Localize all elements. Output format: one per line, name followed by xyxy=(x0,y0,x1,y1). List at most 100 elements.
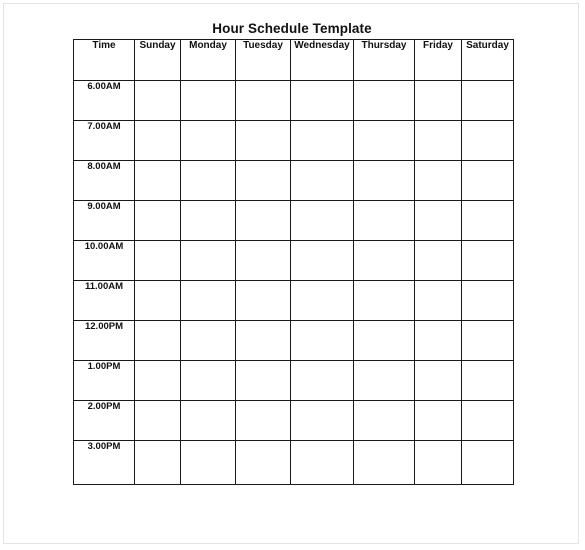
schedule-cell[interactable] xyxy=(461,440,514,485)
schedule-cell[interactable] xyxy=(235,200,291,241)
schedule-cell[interactable] xyxy=(134,80,181,121)
schedule-cell[interactable] xyxy=(235,240,291,281)
table-row: 1.00PM xyxy=(73,360,514,401)
schedule-cell[interactable] xyxy=(180,400,236,441)
schedule-cell[interactable] xyxy=(235,440,291,485)
schedule-cell[interactable] xyxy=(461,280,514,321)
schedule-cell[interactable] xyxy=(353,400,415,441)
hour-schedule-table: Time Sunday Monday Tuesday Wednesday Thursday… xyxy=(73,39,514,485)
schedule-cell[interactable] xyxy=(290,280,354,321)
schedule-cell[interactable] xyxy=(290,160,354,201)
column-header-wednesday: Wednesday xyxy=(290,39,354,81)
page-title: Hour Schedule Template xyxy=(212,21,372,36)
schedule-cell[interactable] xyxy=(180,280,236,321)
schedule-cell[interactable] xyxy=(353,240,415,281)
schedule-cell[interactable] xyxy=(461,360,514,401)
schedule-cell[interactable] xyxy=(134,200,181,241)
schedule-cell[interactable] xyxy=(290,440,354,485)
schedule-cell[interactable] xyxy=(235,120,291,161)
schedule-cell[interactable] xyxy=(461,200,514,241)
time-label: 11.00AM xyxy=(73,280,135,321)
schedule-cell[interactable] xyxy=(235,320,291,361)
table-row: 7.00AM xyxy=(73,120,514,161)
column-header-monday: Monday xyxy=(180,39,236,81)
schedule-cell[interactable] xyxy=(414,80,462,121)
table-row: 12.00PM xyxy=(73,320,514,361)
schedule-cell[interactable] xyxy=(461,400,514,441)
schedule-cell[interactable] xyxy=(461,240,514,281)
schedule-cell[interactable] xyxy=(414,120,462,161)
schedule-cell[interactable] xyxy=(290,200,354,241)
schedule-cell[interactable] xyxy=(134,360,181,401)
table-header-row: Time Sunday Monday Tuesday Wednesday Thursday… xyxy=(73,39,514,81)
schedule-cell[interactable] xyxy=(290,400,354,441)
schedule-cell[interactable] xyxy=(290,240,354,281)
table-row: 6.00AM xyxy=(73,80,514,121)
time-label: 8.00AM xyxy=(73,160,135,201)
schedule-cell[interactable] xyxy=(461,320,514,361)
schedule-cell[interactable] xyxy=(414,320,462,361)
schedule-cell[interactable] xyxy=(180,160,236,201)
schedule-cell[interactable] xyxy=(180,320,236,361)
schedule-cell[interactable] xyxy=(353,440,415,485)
column-header-tuesday: Tuesday xyxy=(235,39,291,81)
schedule-cell[interactable] xyxy=(134,400,181,441)
schedule-cell[interactable] xyxy=(235,160,291,201)
time-label: 3.00PM xyxy=(73,440,135,485)
schedule-cell[interactable] xyxy=(235,360,291,401)
schedule-cell[interactable] xyxy=(461,120,514,161)
schedule-cell[interactable] xyxy=(134,440,181,485)
table-row: 2.00PM xyxy=(73,400,514,441)
schedule-cell[interactable] xyxy=(235,280,291,321)
schedule-cell[interactable] xyxy=(180,80,236,121)
time-label: 12.00PM xyxy=(73,320,135,361)
column-header-time: Time xyxy=(73,39,135,81)
schedule-cell[interactable] xyxy=(414,400,462,441)
column-header-saturday: Saturday xyxy=(461,39,514,81)
time-label: 7.00AM xyxy=(73,120,135,161)
table-body: 6.00AM 7.00AM 8.00AM 9.00AM 10.00AM 11.00AM 12… xyxy=(73,80,514,485)
schedule-cell[interactable] xyxy=(235,400,291,441)
schedule-cell[interactable] xyxy=(353,80,415,121)
schedule-cell[interactable] xyxy=(353,320,415,361)
schedule-cell[interactable] xyxy=(235,80,291,121)
schedule-cell[interactable] xyxy=(180,360,236,401)
schedule-cell[interactable] xyxy=(353,280,415,321)
schedule-cell[interactable] xyxy=(414,200,462,241)
table-header: Time Sunday Monday Tuesday Wednesday Thursday… xyxy=(73,39,514,81)
time-label: 9.00AM xyxy=(73,200,135,241)
schedule-cell[interactable] xyxy=(290,120,354,161)
column-header-friday: Friday xyxy=(414,39,462,81)
time-label: 6.00AM xyxy=(73,80,135,121)
document-page: Hour Schedule Template Time Sunday Monday T… xyxy=(3,3,579,544)
schedule-cell[interactable] xyxy=(180,200,236,241)
schedule-cell[interactable] xyxy=(353,360,415,401)
schedule-cell[interactable] xyxy=(290,80,354,121)
schedule-cell[interactable] xyxy=(180,440,236,485)
schedule-cell[interactable] xyxy=(353,200,415,241)
schedule-cell[interactable] xyxy=(353,120,415,161)
schedule-cell[interactable] xyxy=(414,160,462,201)
schedule-cell[interactable] xyxy=(461,160,514,201)
schedule-cell[interactable] xyxy=(180,240,236,281)
schedule-cell[interactable] xyxy=(290,360,354,401)
column-header-sunday: Sunday xyxy=(134,39,181,81)
schedule-cell[interactable] xyxy=(134,240,181,281)
column-header-thursday: Thursday xyxy=(353,39,415,81)
schedule-cell[interactable] xyxy=(134,280,181,321)
schedule-cell[interactable] xyxy=(134,120,181,161)
schedule-cell[interactable] xyxy=(414,440,462,485)
schedule-cell[interactable] xyxy=(414,360,462,401)
table-row: 9.00AM xyxy=(73,200,514,241)
schedule-cell[interactable] xyxy=(134,320,181,361)
table-row: 3.00PM xyxy=(73,440,514,485)
schedule-cell[interactable] xyxy=(461,80,514,121)
schedule-cell[interactable] xyxy=(134,160,181,201)
schedule-cell[interactable] xyxy=(353,160,415,201)
schedule-cell[interactable] xyxy=(180,120,236,161)
schedule-cell[interactable] xyxy=(414,240,462,281)
schedule-cell[interactable] xyxy=(290,320,354,361)
table-row: 11.00AM xyxy=(73,280,514,321)
time-label: 10.00AM xyxy=(73,240,135,281)
schedule-cell[interactable] xyxy=(414,280,462,321)
